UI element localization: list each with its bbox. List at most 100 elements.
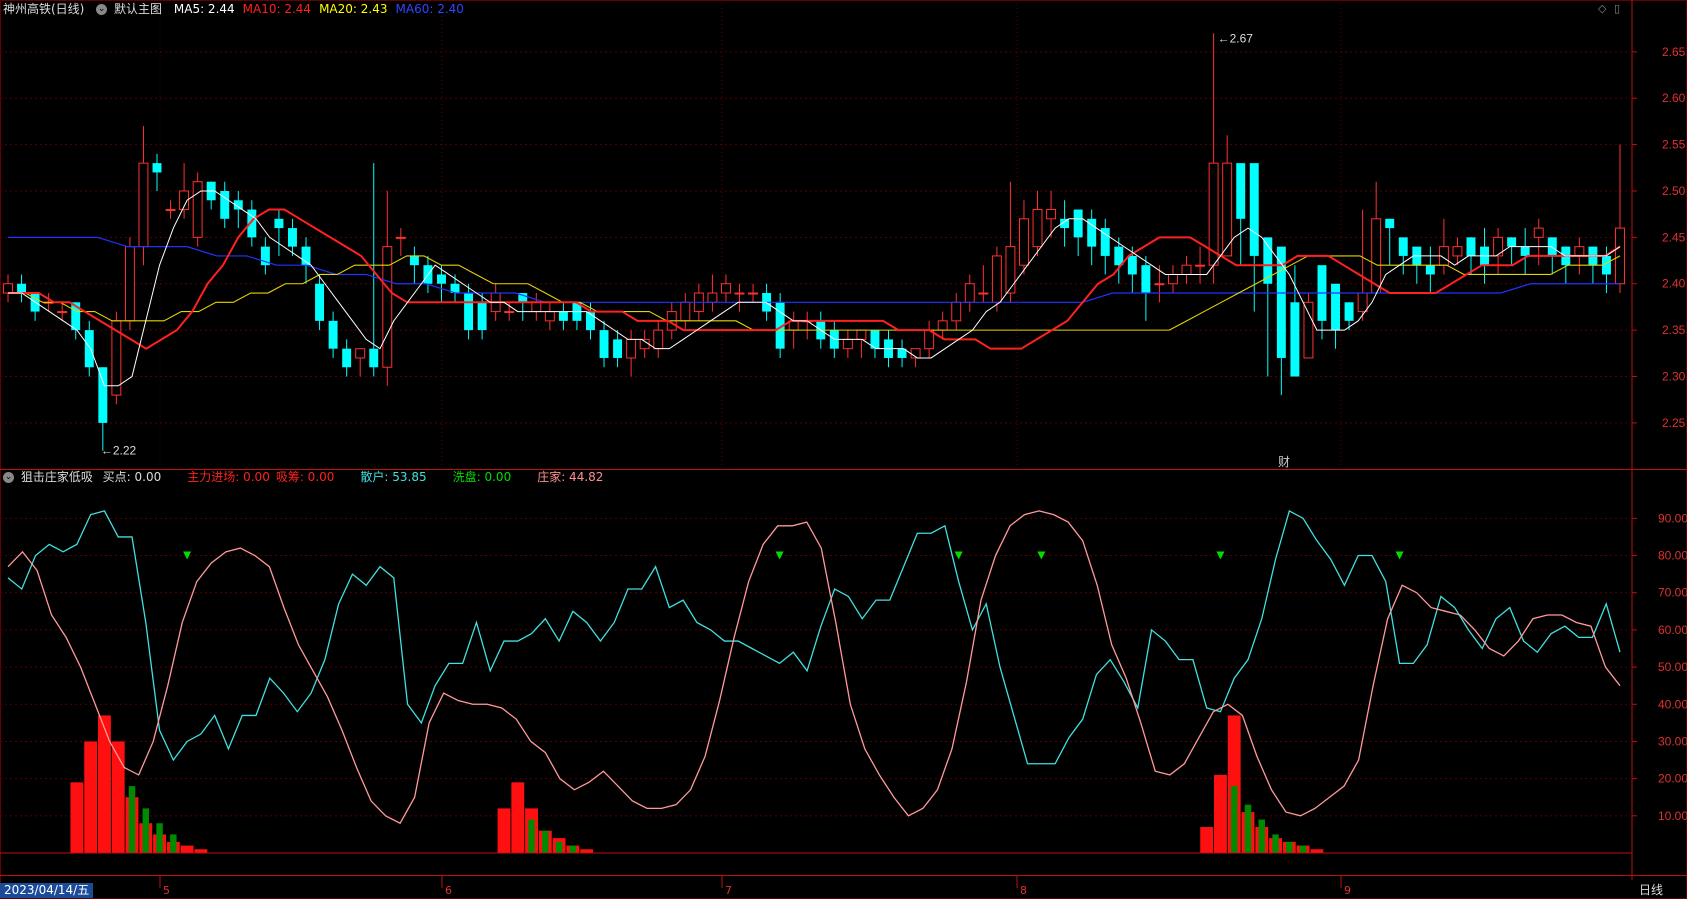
red-volume-bar <box>497 808 511 853</box>
green-volume-bar <box>156 823 163 853</box>
candle-body-down <box>1425 265 1435 275</box>
price-tick-label: 2.40 <box>1662 277 1686 291</box>
main-chart-selector[interactable]: 默认主图 <box>114 2 162 16</box>
candle-body-up <box>1452 246 1463 257</box>
indicator-legend-item: 买点: 0.00 <box>102 470 162 484</box>
candle-body-down <box>1520 246 1530 256</box>
indicator-legend: 买点: 0.00 主力进场: 0.00 吸筹: 0.00 散户: 53.85 洗盘: 0… <box>103 470 610 484</box>
month-label: 9 <box>1344 884 1351 897</box>
indicator-legend-item: 主力进场: 0.00 <box>187 470 270 484</box>
indicator-tick-label: 70.00 <box>1658 586 1687 600</box>
candle-body-up <box>748 292 759 295</box>
candle-body-up <box>165 209 176 212</box>
red-volume-bar <box>84 741 98 853</box>
green-volume-bar <box>569 845 577 853</box>
candle-body-up <box>1493 236 1504 257</box>
green-volume-bar <box>542 830 549 853</box>
indicator-tick-label: 10.00 <box>1658 809 1687 823</box>
candle-body-up <box>978 292 989 295</box>
ma-legend-item: MA60: 2.40 <box>395 2 464 16</box>
candle-body-up <box>1168 273 1178 285</box>
green-volume-bar <box>142 808 149 853</box>
candle-body-down <box>274 218 284 229</box>
candle-body-down <box>1249 163 1259 256</box>
price-tick-label: 2.25 <box>1662 416 1686 430</box>
candle-body-up <box>1195 264 1206 267</box>
price-tick-label: 2.45 <box>1662 230 1686 244</box>
buy-signal-marker <box>1037 551 1046 560</box>
candle-body-up <box>856 329 867 340</box>
indicator-tick-label: 20.00 <box>1658 772 1687 786</box>
candle-body-down <box>1073 209 1083 238</box>
indicator-header: ⌄ 狙击庄家低吸 买点: 0.00 主力进场: 0.00 吸筹: 0.00 散户: 5… <box>3 469 609 485</box>
green-volume-bar <box>1299 845 1307 853</box>
candle-body-up <box>395 236 406 239</box>
ma-legend-item: MA5: 2.44 <box>173 2 235 16</box>
green-volume-bar <box>1231 786 1238 853</box>
red-volume-bar <box>1310 849 1324 853</box>
candle-body-up <box>1018 218 1029 266</box>
period-button[interactable]: 日线 <box>1639 883 1663 898</box>
green-volume-bar <box>170 834 177 853</box>
candle-body-down <box>477 302 487 331</box>
candle-body-down <box>599 330 609 358</box>
candle-body-down <box>1331 283 1340 331</box>
candle-body-down <box>1290 302 1300 377</box>
candle-body-down <box>613 339 623 358</box>
candle-body-down <box>342 348 352 368</box>
candle-body-up <box>951 301 962 322</box>
green-volume-bar <box>128 786 136 853</box>
red-volume-bar <box>194 849 208 853</box>
candle-body-up <box>544 311 555 322</box>
candle-body-up <box>991 255 1002 303</box>
stock-title[interactable]: 神州高铁(日线) <box>3 2 84 16</box>
diamond-icon[interactable]: ◇ <box>1598 2 1606 15</box>
candle-body-down <box>409 255 419 266</box>
candle-body-down <box>328 320 338 349</box>
indicator-tick-label: 60.00 <box>1658 623 1687 637</box>
candle-body-up <box>192 181 203 238</box>
candle-body-down <box>152 163 162 173</box>
month-label: 6 <box>445 884 452 897</box>
candle-body-down <box>17 283 27 294</box>
candle-body-down <box>315 283 325 321</box>
indicator-legend-item: 散户: 53.85 <box>360 470 427 484</box>
candle-body-down <box>1466 237 1476 256</box>
green-volume-bar <box>1258 819 1265 853</box>
buy-signal-marker <box>1216 551 1225 560</box>
candle-body-down <box>1398 237 1408 256</box>
red-volume-bar <box>1200 826 1214 853</box>
candle-body-down <box>1507 237 1517 247</box>
month-label: 5 <box>163 884 170 897</box>
candle-body-up <box>653 329 664 350</box>
candle-body-down <box>288 228 297 247</box>
candle-body-down <box>464 293 474 331</box>
green-volume-bar <box>1272 834 1279 853</box>
month-label: 8 <box>1020 884 1027 897</box>
candle-body-down <box>1127 255 1137 275</box>
candle-body-down <box>1236 163 1246 219</box>
candle-body-down <box>301 246 311 266</box>
indicator-name[interactable]: 狙击庄家低吸 <box>21 470 93 484</box>
candle-body-down <box>1344 302 1354 321</box>
panel-toggle-icon[interactable]: ▯ <box>1614 2 1620 15</box>
green-volume-bar <box>555 841 563 853</box>
red-volume-bar <box>180 845 194 853</box>
dropdown-icon[interactable]: ⌄ <box>96 4 108 15</box>
candle-body-up <box>1357 292 1368 313</box>
price-tick-label: 2.65 <box>1662 45 1686 59</box>
indicator-dropdown-icon[interactable]: ⌄ <box>3 472 14 483</box>
chart-frame <box>0 0 1687 899</box>
indicator-legend-item: 洗盘: 0.00 <box>452 470 512 484</box>
candle-body-down <box>1114 246 1124 266</box>
candle-body-up <box>680 301 691 322</box>
red-volume-bar <box>1214 774 1227 853</box>
month-label: 7 <box>725 884 732 897</box>
indicator-legend-item: 吸筹: 0.00 <box>275 470 335 484</box>
stock-chart[interactable]: 2.65 2.60 2.55 2.50 2.45 2.40 2.35 2.30 2.25 90.0… <box>0 0 1687 899</box>
low-price-label: ←2.22 <box>101 444 137 458</box>
indicator-tick-label: 90.00 <box>1658 511 1687 525</box>
price-tick-label: 2.60 <box>1662 91 1686 105</box>
red-volume-bar <box>580 849 594 853</box>
buy-signal-marker <box>183 551 192 560</box>
